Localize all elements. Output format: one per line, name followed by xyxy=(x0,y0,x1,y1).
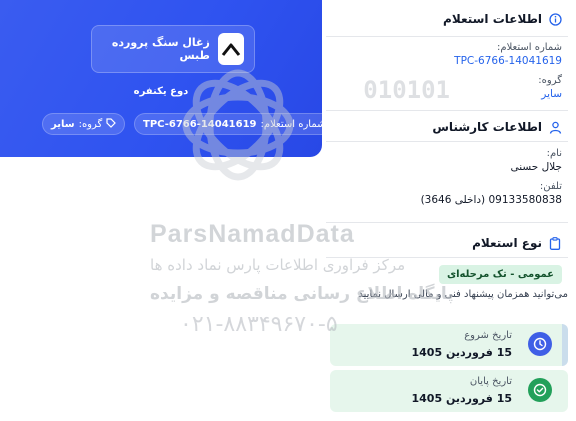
expert-name: جلال حسنی xyxy=(510,161,562,173)
start-date-label: تاریخ شروع xyxy=(464,330,512,341)
inquiry-type-card: نوع استعلام عمومی - تک مرحله‌ای xyxy=(326,232,568,312)
inquiry-type-tag: عمومی - تک مرحله‌ای xyxy=(438,265,562,284)
expert-name-label: نام: xyxy=(546,148,562,159)
start-date-card: تاریخ شروع 15 فروردین 1405 xyxy=(330,324,568,366)
watermark-phone: ۰۲۱-۸۸۳۴۹۶۷۰-۵ xyxy=(180,312,338,337)
clipboard-icon xyxy=(548,236,562,250)
group-pill: گروه: سایر xyxy=(42,113,126,135)
inquiry-type-heading: نوع استعلام xyxy=(472,236,542,250)
end-date-value: 15 فروردین 1405 xyxy=(411,392,513,405)
group-label: گروه: xyxy=(78,118,103,130)
expert-info-heading: اطلاعات کارشناس xyxy=(432,120,542,134)
group-value: سایر xyxy=(51,118,75,130)
inquiry-info-heading: اطلاعات استعلام xyxy=(443,12,542,26)
clock-icon xyxy=(528,332,552,356)
expert-phone-label: تلفن: xyxy=(539,181,562,192)
project-title: زغال سنگ پرورده طبس xyxy=(111,36,210,62)
inquiry-number-pill: # شماره استعلام: TPC-6766-14041619 xyxy=(134,113,348,135)
inquiry-number-field-label: شماره استعلام: xyxy=(497,42,562,53)
inquiry-number-value: TPC-6766-14041619 xyxy=(143,118,257,130)
end-date-card: تاریخ پایان 15 فروردین 1405 xyxy=(330,370,568,412)
project-title-box: زغال سنگ پرورده طبس xyxy=(91,25,255,73)
info-icon xyxy=(548,12,562,26)
expert-phone[interactable]: 09133580838 (داخلی 3646) xyxy=(326,194,568,206)
expert-info-card: اطلاعات کارشناس نام: جلال حسنی تلفن: 091… xyxy=(326,116,568,216)
group-field[interactable]: سایر xyxy=(326,88,568,100)
user-icon xyxy=(548,120,562,134)
hero-banner: زغال سنگ پرورده طبس دوع یکنفره # شماره ا… xyxy=(0,0,348,157)
project-subtitle: دوع یکنفره xyxy=(133,86,189,97)
tag-icon xyxy=(106,117,117,131)
inquiry-number-label: شماره استعلام: xyxy=(260,118,326,130)
inquiry-info-card: اطلاعات استعلام شماره استعلام: TPC-6766-… xyxy=(326,6,568,106)
group-field-label: گروه: xyxy=(538,75,562,86)
inquiry-number-field[interactable]: TPC-6766-14041619 xyxy=(326,55,568,67)
start-date-value: 15 فروردین 1405 xyxy=(411,346,513,359)
end-date-label: تاریخ پایان xyxy=(469,376,512,387)
inquiry-type-description: می‌توانید همزمان پیشنهاد فنی و مالی ارسا… xyxy=(358,289,568,300)
company-logo-icon xyxy=(217,33,244,65)
check-circle-icon xyxy=(528,378,552,402)
